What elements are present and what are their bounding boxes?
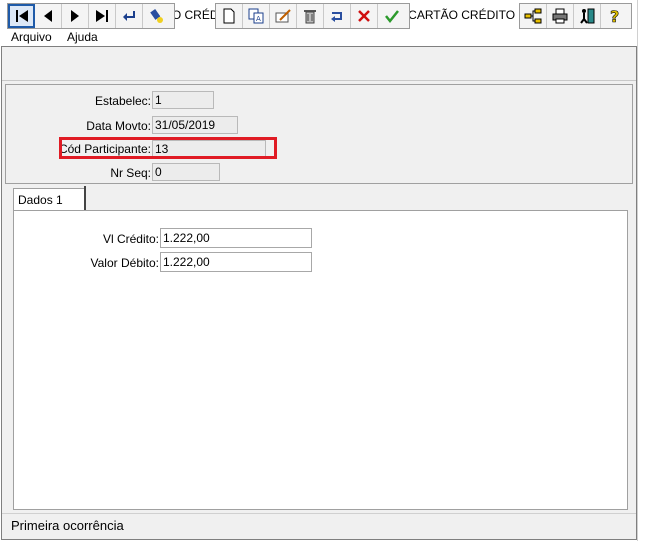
edit-icon: [275, 9, 291, 23]
tab-dados-1-label: Dados 1: [18, 193, 63, 207]
last-icon: [96, 10, 108, 22]
copy-icon: A: [248, 8, 264, 24]
nr-seq-field: 0: [152, 163, 220, 181]
print-button[interactable]: [547, 4, 574, 28]
print-icon: [552, 8, 568, 24]
search-icon: [149, 9, 163, 23]
valor-debito-input[interactable]: 1.222,00: [160, 252, 312, 272]
help-button[interactable]: ?: [601, 4, 628, 28]
save-button[interactable]: [378, 4, 405, 28]
tab-panel: [13, 210, 628, 510]
edit-button[interactable]: [270, 4, 297, 28]
search-button[interactable]: [143, 4, 170, 28]
highlight-box: [59, 137, 277, 159]
exit-button[interactable]: [574, 4, 601, 28]
new-button[interactable]: [216, 4, 243, 28]
first-icon: [15, 10, 28, 22]
cancel-icon: [358, 10, 370, 22]
utility-button-group: ?: [519, 3, 632, 29]
tree-button[interactable]: [520, 4, 547, 28]
first-record-button[interactable]: [8, 4, 35, 28]
last-record-button[interactable]: [89, 4, 116, 28]
data-movto-label: Data Movto:: [86, 119, 151, 133]
svg-text:?: ?: [610, 7, 619, 25]
previous-record-button[interactable]: [35, 4, 62, 28]
vl-credito-label: Vl Crédito:: [102, 232, 159, 246]
nr-seq-label: Nr Seq:: [110, 166, 151, 180]
exit-icon: [580, 8, 595, 24]
menu-ajuda[interactable]: Ajuda: [67, 30, 98, 44]
tab-separator: [84, 186, 86, 212]
estabelec-label: Estabelec:: [94, 94, 151, 108]
new-icon: [223, 8, 235, 24]
undo-button[interactable]: [324, 4, 351, 28]
tree-icon: [524, 8, 542, 24]
estabelec-field: 1: [152, 91, 214, 109]
nav-button-group: [7, 3, 175, 29]
next-record-button[interactable]: [62, 4, 89, 28]
data-movto-field: 31/05/2019: [152, 116, 238, 134]
goto-button[interactable]: [116, 4, 143, 28]
next-icon: [71, 10, 79, 22]
edit-button-group: A: [215, 3, 410, 29]
toolbar: [2, 47, 636, 81]
save-icon: [384, 10, 399, 24]
background-window-edge: [637, 0, 645, 541]
valor-debito-label: Valor Débito:: [90, 256, 159, 270]
goto-icon: [123, 11, 135, 21]
delete-button[interactable]: [297, 4, 324, 28]
menu-arquivo[interactable]: Arquivo: [11, 30, 52, 44]
svg-text:A: A: [256, 15, 261, 23]
help-icon: ?: [609, 7, 619, 25]
previous-icon: [44, 10, 52, 22]
copy-button[interactable]: A: [243, 4, 270, 28]
vl-credito-input[interactable]: 1.222,00: [160, 228, 312, 248]
undo-icon: [331, 12, 342, 22]
cancel-button[interactable]: [351, 4, 378, 28]
status-text: Primeira ocorrência: [11, 518, 124, 533]
delete-icon: [304, 10, 316, 24]
